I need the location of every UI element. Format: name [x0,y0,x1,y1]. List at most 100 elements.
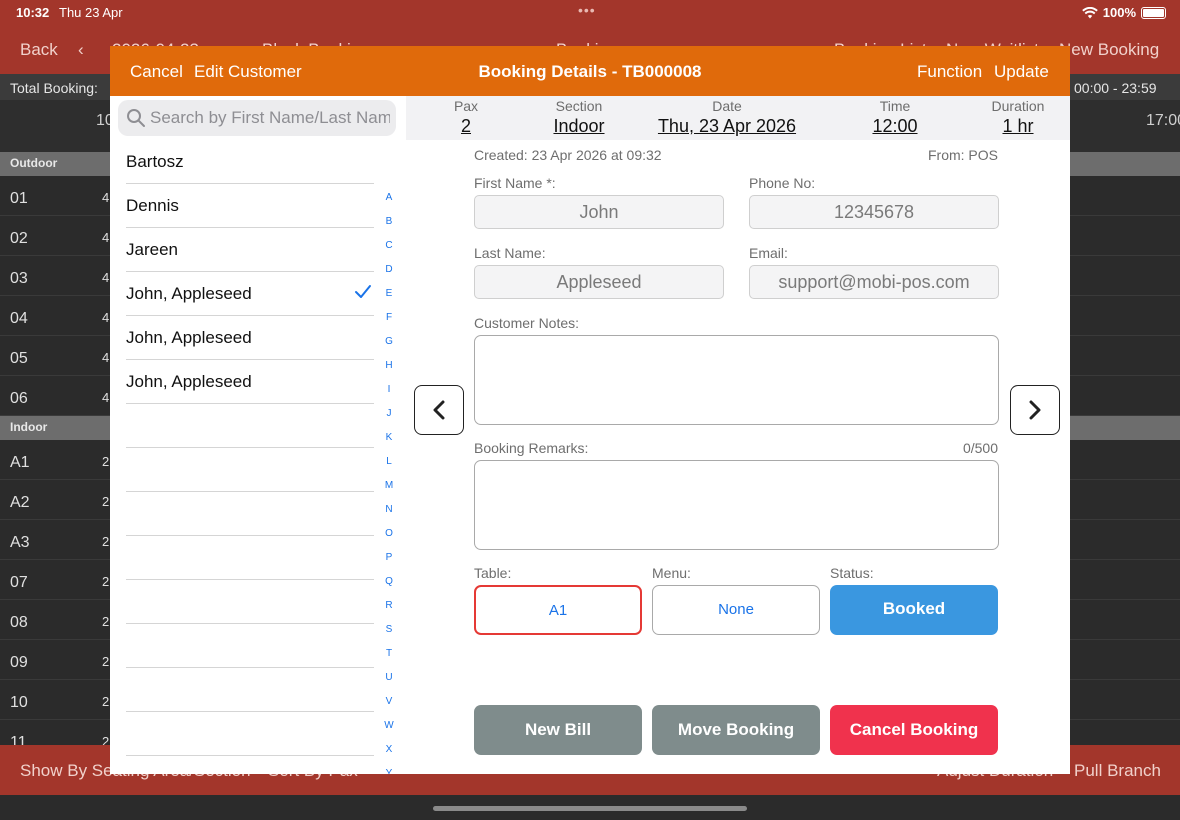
index-letter[interactable]: Q [382,576,396,600]
customer-notes-textarea[interactable] [474,335,999,425]
customer-list-item[interactable]: Jareen [126,228,374,272]
search-input[interactable] [150,100,390,136]
customer-list-item[interactable]: Dennis [126,184,374,228]
table-row-label: 01 [10,190,28,207]
table-row[interactable]: A2 2 [0,480,110,520]
index-letter[interactable]: X [382,744,396,768]
table-row[interactable]: 10 2 [0,680,110,720]
index-letter[interactable]: O [382,528,396,552]
section-header[interactable]: Outdoor [0,152,110,176]
table-row[interactable] [1070,296,1180,336]
table-row[interactable]: 06 4 [0,376,110,416]
table-row-pax: 2 [102,694,110,709]
first-name-field[interactable] [474,195,724,229]
table-row[interactable] [1070,376,1180,416]
customer-list-item[interactable]: Bartosz [126,140,374,184]
duration-value[interactable]: 1 hr [968,116,1068,137]
index-letter[interactable]: U [382,672,396,696]
index-letter[interactable]: D [382,264,396,288]
empty-list-row [126,712,374,756]
last-name-field[interactable] [474,265,724,299]
section-header[interactable] [1070,152,1180,176]
date-value[interactable]: Thu, 23 Apr 2026 [642,116,812,137]
table-row-pax: 4 [102,350,110,365]
table-row[interactable] [1070,176,1180,216]
table-row[interactable] [1070,520,1180,560]
table-row[interactable]: A1 2 [0,440,110,480]
index-letter[interactable]: P [382,552,396,576]
section-value[interactable]: Indoor [529,116,629,137]
table-row[interactable] [1070,480,1180,520]
index-letter[interactable]: S [382,624,396,648]
section-header[interactable] [1070,416,1180,440]
function-button[interactable]: Function [917,62,982,82]
index-letter[interactable]: Y [382,768,396,774]
table-row[interactable]: 05 4 [0,336,110,376]
table-row[interactable] [1070,600,1180,640]
empty-list-row [126,492,374,536]
index-letter[interactable]: B [382,216,396,240]
index-letter[interactable]: W [382,720,396,744]
table-row[interactable] [1070,640,1180,680]
index-letter[interactable]: E [382,288,396,312]
table-row[interactable]: 02 4 [0,216,110,256]
status-selector[interactable]: Booked [830,585,998,635]
section-header[interactable]: Indoor [0,416,110,440]
prev-date-icon[interactable]: ‹ [78,40,84,60]
index-letter[interactable]: H [382,360,396,384]
phone-field[interactable] [749,195,999,229]
table-row[interactable]: 09 2 [0,640,110,680]
index-letter[interactable]: N [382,504,396,528]
menu-selector[interactable]: None [652,585,820,635]
index-letter[interactable]: I [382,384,396,408]
table-row[interactable] [1070,680,1180,720]
index-letter[interactable]: C [382,240,396,264]
next-booking-button[interactable] [1010,385,1060,435]
email-field[interactable] [749,265,999,299]
new-bill-button[interactable]: New Bill [474,705,642,755]
pax-label: Pax [453,98,479,114]
back-button[interactable]: Back [20,40,58,60]
table-row[interactable] [1070,440,1180,480]
index-letter[interactable]: V [382,696,396,720]
table-row[interactable] [1070,216,1180,256]
time-value[interactable]: 12:00 [845,116,945,137]
booking-remarks-textarea[interactable] [474,460,999,550]
empty-list-row [126,668,374,712]
table-row[interactable] [1070,256,1180,296]
table-row[interactable]: 03 4 [0,256,110,296]
index-letter[interactable]: A [382,192,396,216]
index-letter[interactable]: K [382,432,396,456]
search-bar[interactable] [118,100,396,136]
customer-list-item[interactable]: John, Appleseed [126,316,374,360]
index-letter[interactable]: L [382,456,396,480]
multitasking-dots[interactable]: ••• [578,2,596,18]
index-letter[interactable]: J [382,408,396,432]
update-button[interactable]: Update [994,62,1049,82]
alphabet-index[interactable]: ABCDEFGHIJKLMNOPQRSTUVWXYZ [382,192,396,774]
index-letter[interactable]: M [382,480,396,504]
customer-list-item[interactable]: John, Appleseed [126,360,374,404]
table-row[interactable]: A3 2 [0,520,110,560]
table-selector[interactable]: A1 [474,585,642,635]
index-letter[interactable]: T [382,648,396,672]
hours-range: 00:00 - 23:59 [1074,80,1157,96]
cancel-booking-button[interactable]: Cancel Booking [830,705,998,755]
table-row[interactable]: 01 4 [0,176,110,216]
index-letter[interactable]: G [382,336,396,360]
previous-booking-button[interactable] [414,385,464,435]
table-row[interactable]: 04 4 [0,296,110,336]
pax-value[interactable]: 2 [446,116,486,137]
index-letter[interactable]: R [382,600,396,624]
table-row[interactable]: 07 2 [0,560,110,600]
pull-branch-button[interactable]: Pull Branch [1074,761,1161,781]
table-row-label: 10 [10,694,28,711]
table-row[interactable] [1070,336,1180,376]
table-row[interactable] [1070,560,1180,600]
customer-name: John, Appleseed [126,372,252,391]
table-row[interactable]: 08 2 [0,600,110,640]
new-booking-button[interactable]: New Booking [1059,40,1159,60]
move-booking-button[interactable]: Move Booking [652,705,820,755]
index-letter[interactable]: F [382,312,396,336]
customer-list-item[interactable]: John, Appleseed [126,272,374,316]
